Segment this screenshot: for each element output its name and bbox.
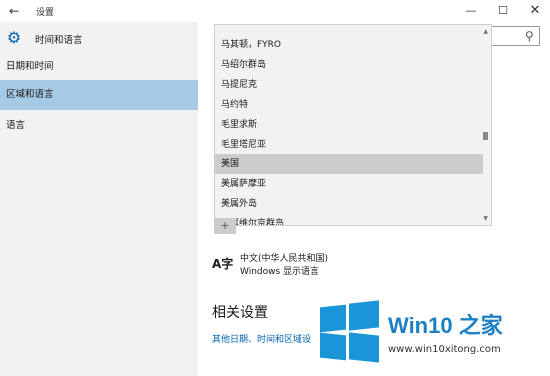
sidebar: ⚙ 时间和语言 日期和时间 区域和语言 语言: [0, 22, 198, 376]
dropdown-scrollbar[interactable]: ▲ ▼: [482, 27, 490, 223]
list-item[interactable]: 马提尼克: [215, 75, 483, 95]
language-subtitle: Windows 显示语言: [240, 267, 320, 277]
language-name: 中文(中华人民共和国): [240, 254, 329, 264]
scroll-up-icon[interactable]: ▲: [483, 28, 488, 35]
list-item[interactable]: 毛里塔尼亚: [215, 135, 483, 155]
close-button[interactable]: ✕: [520, 2, 550, 20]
list-item[interactable]: 马约特: [215, 95, 483, 115]
list-item-selected[interactable]: 美国: [215, 154, 483, 174]
list-item[interactable]: 美属萨摩亚: [215, 174, 483, 194]
watermark: Win10 之家 www.win10xitong.com: [318, 300, 550, 376]
app-title: 设置: [36, 8, 55, 18]
windows-logo-icon: [320, 300, 380, 363]
scrollbar-thumb[interactable]: [483, 132, 488, 140]
related-settings-title: 相关设置: [212, 305, 268, 321]
scroll-down-icon[interactable]: ▼: [483, 215, 488, 222]
list-item[interactable]: 美属外岛: [215, 194, 483, 214]
sidebar-header-title: 时间和语言: [35, 35, 83, 46]
gear-icon: ⚙: [6, 28, 22, 47]
title-bar: ← 设置 — ☐ ✕: [0, 0, 550, 22]
sidebar-header: ⚙ 时间和语言: [0, 26, 198, 50]
list-item[interactable]: 马其顿，FYRO: [215, 35, 483, 55]
minimize-button[interactable]: —: [456, 2, 486, 20]
list-item[interactable]: 美属维尔京群岛: [215, 214, 483, 225]
related-settings-link[interactable]: 其他日期、时间和区域设: [212, 332, 311, 345]
search-icon: ⚲: [525, 29, 534, 43]
add-language-button[interactable]: +: [214, 218, 236, 234]
list-item[interactable]: 马绍尔群岛: [215, 55, 483, 75]
back-button[interactable]: ←: [6, 3, 22, 19]
maximize-button[interactable]: ☐: [488, 2, 518, 20]
watermark-url: www.win10xitong.com: [388, 344, 501, 355]
language-entry[interactable]: A字 中文(中华人民共和国) Windows 显示语言: [212, 250, 412, 278]
language-icon: A字: [212, 257, 234, 271]
sidebar-item-region-language[interactable]: 区域和语言: [0, 80, 198, 110]
list-item[interactable]: 毛里求斯: [215, 115, 483, 135]
watermark-title: Win10 之家: [388, 313, 503, 338]
sidebar-item-speech[interactable]: 语言: [0, 111, 198, 141]
sidebar-item-date-time[interactable]: 日期和时间: [0, 52, 198, 82]
language-dropdown-list[interactable]: 马其顿，FYRO 马绍尔群岛 马提尼克 马约特 毛里求斯 毛里塔尼亚 美国 美属…: [214, 24, 492, 226]
